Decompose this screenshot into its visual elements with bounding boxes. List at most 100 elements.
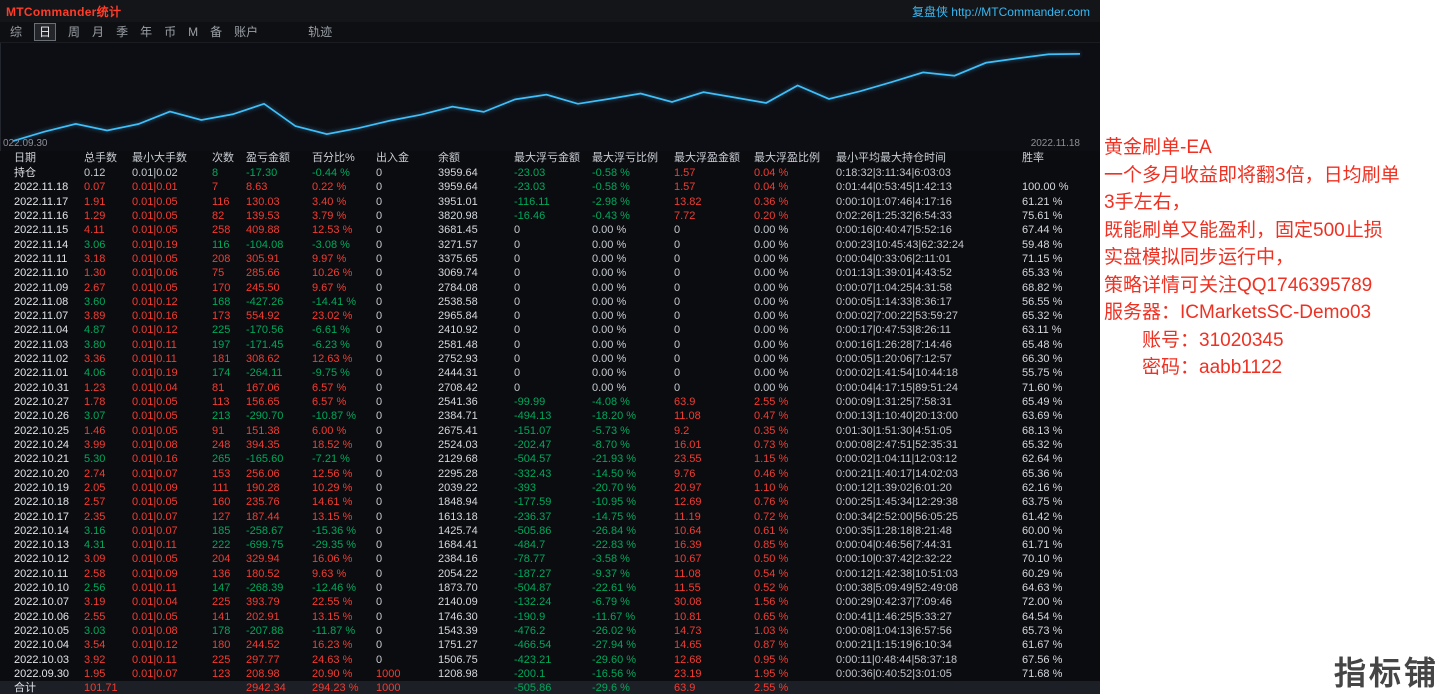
cell-balance: 2295.28 (438, 467, 514, 481)
table-row[interactable]: 2022.11.014.060.01|0.19174-264.11-9.75 %… (0, 366, 1100, 380)
table-row[interactable]: 2022.10.123.090.01|0.05204329.9416.06 %0… (0, 552, 1100, 566)
cell-pnl: 190.28 (246, 481, 312, 495)
table-row[interactable]: 2022.10.243.990.01|0.08248394.3518.52 %0… (0, 438, 1100, 452)
cell-balance: 3820.98 (438, 209, 514, 223)
cell-ddPct: -6.79 % (592, 595, 674, 609)
cell-time: 0:00:29|0:42:37|7:09:46 (836, 595, 1022, 609)
cell-date: 2022.10.31 (14, 381, 84, 395)
table-row[interactable]: 2022.11.161.290.01|0.0582139.533.79 %038… (0, 209, 1100, 223)
cell-fpAmt: 0 (674, 381, 754, 395)
table-row[interactable]: 2022.09.301.950.01|0.07123208.9820.90 %1… (0, 667, 1100, 681)
col-header-cash: 出入金 (376, 151, 438, 166)
cell-date: 2022.10.04 (14, 638, 84, 652)
cell-lots: 3.89 (84, 309, 132, 323)
table-row[interactable]: 2022.11.073.890.01|0.16173554.9223.02 %0… (0, 309, 1100, 323)
col-header-time: 最小平均最大持仓时间 (836, 151, 1022, 166)
cell-fpPct: 1.56 % (754, 595, 836, 609)
cell-minmax: 0.01|0.08 (132, 624, 212, 638)
cell-count: 173 (212, 309, 246, 323)
cell-minmax: 0.01|0.19 (132, 366, 212, 380)
cell-time: 0:01:30|1:51:30|4:51:05 (836, 424, 1022, 438)
cell-balance: 3271.57 (438, 238, 514, 252)
cell-fpAmt: 16.01 (674, 438, 754, 452)
table-row[interactable]: 2022.10.112.580.01|0.09136180.529.63 %02… (0, 567, 1100, 581)
cell-date: 持仓 (14, 166, 84, 180)
table-row[interactable]: 2022.10.134.310.01|0.11222-699.75-29.35 … (0, 538, 1100, 552)
cell-ddAmt: -23.03 (514, 180, 592, 194)
table-row-holding[interactable]: 持仓0.120.01|0.028-17.30-0.44 %03959.64-23… (0, 166, 1100, 180)
cell-date: 2022.09.30 (14, 667, 84, 681)
table-row[interactable]: 2022.11.143.060.01|0.19116-104.08-3.08 %… (0, 238, 1100, 252)
cell-ddAmt: -476.2 (514, 624, 592, 638)
table-row[interactable]: 2022.11.023.360.01|0.11181308.6212.63 %0… (0, 352, 1100, 366)
table-row[interactable]: 2022.11.154.110.01|0.05258409.8812.53 %0… (0, 223, 1100, 237)
tab-monthly[interactable]: 月 (92, 24, 104, 40)
table-row[interactable]: 2022.10.251.460.01|0.0591151.386.00 %026… (0, 424, 1100, 438)
table-row[interactable]: 2022.11.113.180.01|0.05208305.919.97 %03… (0, 252, 1100, 266)
cell-cash: 0 (376, 238, 438, 252)
table-row[interactable]: 2022.10.271.780.01|0.05113156.656.57 %02… (0, 395, 1100, 409)
table-row[interactable]: 2022.11.033.800.01|0.11197-171.45-6.23 %… (0, 338, 1100, 352)
cell-minmax: 0.01|0.05 (132, 610, 212, 624)
table-row[interactable]: 2022.10.172.350.01|0.07127187.4413.15 %0… (0, 510, 1100, 524)
table-row[interactable]: 2022.10.263.070.01|0.05213-290.70-10.87 … (0, 409, 1100, 423)
tab-weekly[interactable]: 周 (68, 24, 80, 40)
table-row[interactable]: 2022.10.192.050.01|0.09111190.2810.29 %0… (0, 481, 1100, 495)
table-row[interactable]: 2022.10.073.190.01|0.04225393.7922.55 %0… (0, 595, 1100, 609)
table-row[interactable]: 2022.11.092.670.01|0.05170245.509.67 %02… (0, 281, 1100, 295)
table-row[interactable]: 2022.10.311.230.01|0.0481167.066.57 %027… (0, 381, 1100, 395)
table-row[interactable]: 2022.10.182.570.01|0.05160235.7614.61 %0… (0, 495, 1100, 509)
col-header-date: 日期 (14, 151, 84, 166)
table-row-total[interactable]: 合计101.712942.34294.23 %1000-505.86-29.6 … (0, 681, 1100, 694)
title-bar: MTCommander统计 复盘侠 http://MTCommander.com (0, 0, 1100, 22)
table-row[interactable]: 2022.10.062.550.01|0.05141202.9113.15 %0… (0, 610, 1100, 624)
site-link[interactable]: 复盘侠 http://MTCommander.com (912, 3, 1090, 20)
tab-memo[interactable]: 备 (210, 24, 222, 40)
tab-overview[interactable]: 综 (10, 24, 22, 40)
table-row[interactable]: 2022.11.101.300.01|0.0675285.6610.26 %03… (0, 266, 1100, 280)
cell-balance: 2384.16 (438, 552, 514, 566)
cell-fpAmt: 0 (674, 352, 754, 366)
promo-line: 一个多月收益即将翻3倍，日均刷单 (1104, 162, 1444, 190)
cell-time (836, 681, 1022, 694)
table-row[interactable]: 2022.10.215.300.01|0.16265-165.60-7.21 %… (0, 452, 1100, 466)
tab-quarterly[interactable]: 季 (116, 24, 128, 40)
cell-pnl: 393.79 (246, 595, 312, 609)
tab-yearly[interactable]: 年 (140, 24, 152, 40)
cell-lots: 2.57 (84, 495, 132, 509)
table-row[interactable]: 2022.10.043.540.01|0.12180244.5216.23 %0… (0, 638, 1100, 652)
cell-minmax: 0.01|0.11 (132, 538, 212, 552)
cell-date: 2022.10.12 (14, 552, 84, 566)
cell-time: 0:00:21|1:15:19|6:10:34 (836, 638, 1022, 652)
table-row[interactable]: 2022.10.102.560.01|0.11147-268.39-12.46 … (0, 581, 1100, 595)
cell-cash: 0 (376, 424, 438, 438)
cell-count: 153 (212, 467, 246, 481)
cell-pnl: 244.52 (246, 638, 312, 652)
tab-track[interactable]: 轨迹 (308, 24, 332, 40)
table-body: 持仓0.120.01|0.028-17.30-0.44 %03959.64-23… (0, 166, 1100, 694)
table-row[interactable]: 2022.10.143.160.01|0.07185-258.67-15.36 … (0, 524, 1100, 538)
cell-date: 2022.11.02 (14, 352, 84, 366)
table-row[interactable]: 2022.11.180.070.01|0.0178.630.22 %03959.… (0, 180, 1100, 194)
table-row[interactable]: 2022.11.083.600.01|0.12168-427.26-14.41 … (0, 295, 1100, 309)
cell-lots: 2.58 (84, 567, 132, 581)
table-row[interactable]: 2022.11.171.910.01|0.05116130.033.40 %03… (0, 195, 1100, 209)
cell-win: 67.44 % (1022, 223, 1100, 237)
cell-pnl: 329.94 (246, 552, 312, 566)
cell-cash: 0 (376, 338, 438, 352)
table-row[interactable]: 2022.10.202.740.01|0.07153256.0612.56 %0… (0, 467, 1100, 481)
tab-currency[interactable]: 币 (164, 24, 176, 40)
table-header-row: 日期总手数最小大手数次数盈亏金额百分比%出入金余额最大浮亏金额最大浮亏比例最大浮… (0, 151, 1100, 166)
cell-minmax: 0.01|0.07 (132, 667, 212, 681)
table-row[interactable]: 2022.10.033.920.01|0.11225297.7724.63 %0… (0, 653, 1100, 667)
tab-daily[interactable]: 日 (34, 23, 56, 41)
col-header-fpAmt: 最大浮盈金额 (674, 151, 754, 166)
chart-end-date: 2022.11.18 (1031, 138, 1080, 149)
table-row[interactable]: 2022.11.044.870.01|0.12225-170.56-6.61 %… (0, 323, 1100, 337)
cell-fpPct: 0.04 % (754, 180, 836, 194)
cell-minmax: 0.01|0.04 (132, 381, 212, 395)
cell-time: 0:00:41|1:46:25|5:33:27 (836, 610, 1022, 624)
tab-account[interactable]: 账户 (234, 24, 258, 40)
table-row[interactable]: 2022.10.053.030.01|0.08178-207.88-11.87 … (0, 624, 1100, 638)
tab-m[interactable]: M (188, 24, 198, 40)
